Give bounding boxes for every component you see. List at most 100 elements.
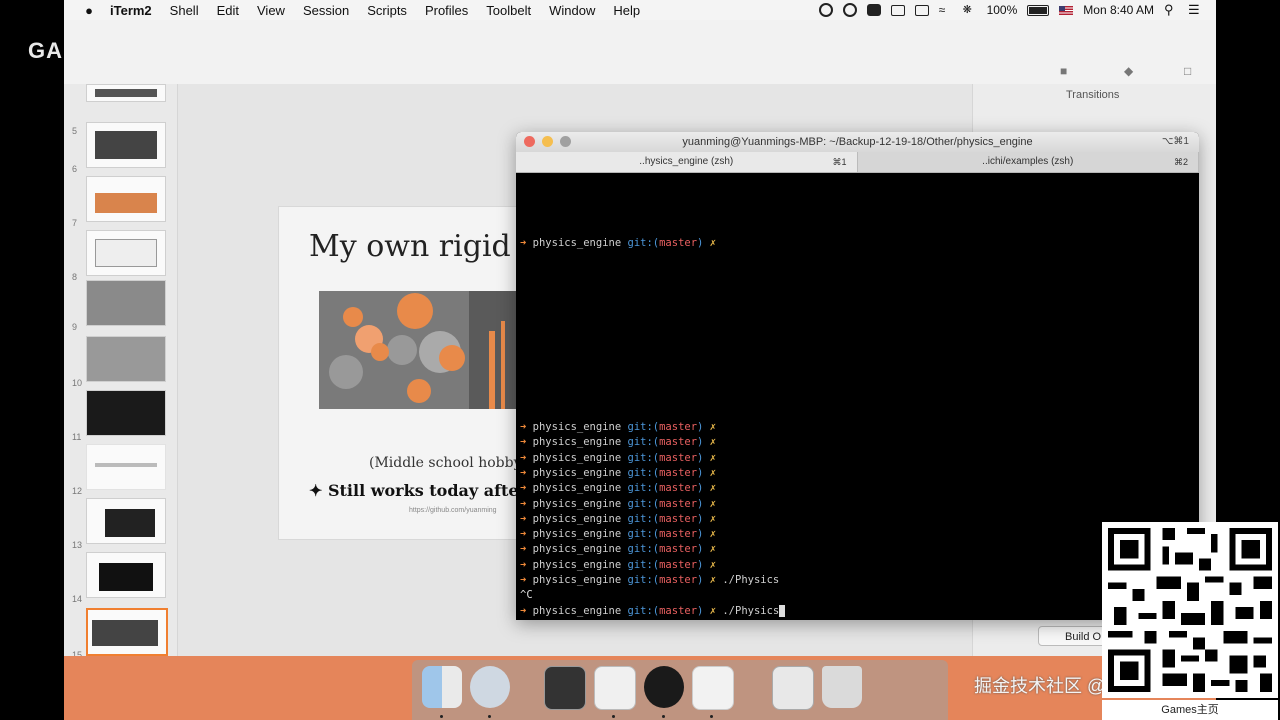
physics-simulation-image — [319, 291, 519, 409]
search-icon[interactable]: ⚲ — [1164, 3, 1178, 16]
menubar-clock[interactable]: Mon 8:40 AM — [1083, 3, 1154, 17]
prompt-line: ➜ physics_engine git:(master) ✗ ./Physic… — [520, 604, 786, 619]
transitions-tab[interactable]: Transitions — [1066, 89, 1119, 101]
prompt-git: ) — [697, 528, 704, 541]
prompt-git: git:( — [627, 574, 660, 586]
menu-app-name[interactable]: iTerm2 — [110, 3, 152, 18]
prompt-dirty-marker: ✗ — [709, 528, 717, 541]
menu-help[interactable]: Help — [613, 3, 640, 18]
record-icon[interactable] — [866, 4, 881, 16]
slide-thumbnail-image — [86, 280, 166, 326]
prompt-git: ) — [697, 543, 704, 556]
menu-session[interactable]: Session — [303, 3, 349, 18]
prompt-dirty-marker: ✗ — [709, 558, 717, 571]
slide-thumbnail[interactable]: 8 — [64, 230, 177, 282]
prompt-line: ➜ physics_engine git:(master) ✗ — [520, 420, 716, 435]
prompt-arrow: ➜ — [520, 436, 527, 449]
folder-icon[interactable] — [772, 666, 814, 710]
prompt-branch: master — [659, 436, 698, 449]
slide-thumbnail-selected[interactable]: 15 — [64, 608, 177, 660]
prompt-branch: master — [659, 558, 698, 571]
document-icon[interactable]: □ — [1184, 64, 1194, 78]
terminal-icon[interactable] — [544, 666, 586, 710]
slide-thumbnail-image — [86, 122, 166, 168]
wifi-icon[interactable]: ≈ — [939, 4, 953, 16]
airplay-icon[interactable] — [914, 4, 929, 16]
slide-thumbnail[interactable]: 6 — [64, 122, 177, 174]
sync-icon[interactable] — [818, 3, 833, 17]
qr-caption: Games主页 — [1102, 700, 1278, 720]
iterm-titlebar[interactable]: yuanming@Yuanmings-MBP: ~/Backup-12-19-1… — [516, 132, 1199, 152]
menu-edit[interactable]: Edit — [217, 3, 239, 18]
slide-thumbnail[interactable]: 10 — [64, 336, 177, 388]
slide-number: 11 — [72, 432, 82, 442]
slide-thumbnail[interactable]: 14 — [64, 552, 177, 604]
slide-number: 14 — [72, 594, 83, 604]
prompt-arrow: ➜ — [520, 451, 527, 464]
finder-icon[interactable] — [422, 666, 462, 708]
tab-physics-engine[interactable]: ..hysics_engine (zsh) ⌘1 — [516, 152, 858, 172]
prompt-directory: physics_engine — [532, 436, 622, 449]
prompt-git: ) — [697, 558, 704, 571]
running-indicator — [710, 715, 713, 718]
menu-window[interactable]: Window — [549, 3, 595, 18]
slide-thumbnail[interactable]: 11 — [64, 390, 177, 442]
tab-bar: ..hysics_engine (zsh) ⌘1 ..ichi/examples… — [516, 152, 1199, 173]
bluetooth-icon[interactable]: ❋ — [963, 4, 977, 16]
format-icon[interactable]: ■ — [1060, 64, 1070, 78]
battery-icon[interactable] — [1027, 4, 1050, 16]
slide-link[interactable]: https://github.com/yuanming — [409, 507, 497, 514]
prompt-dirty-marker: ✗ — [709, 237, 717, 249]
animate-icon[interactable]: ◆ — [1124, 64, 1134, 78]
keynote-icon[interactable] — [594, 666, 636, 710]
running-indicator — [440, 715, 443, 718]
prompt-line: ➜ physics_engine git:(master) ✗ — [520, 435, 716, 450]
tab-examples[interactable]: ..ichi/examples (zsh) ⌘2 — [858, 152, 1199, 172]
prompt-git: ) — [697, 436, 704, 449]
list-icon[interactable]: ☰ — [1188, 3, 1202, 16]
slide-thumbnail-image — [86, 230, 166, 276]
prompt-dirty-marker: ✗ — [709, 482, 717, 495]
trash-icon[interactable] — [822, 666, 862, 708]
menu-scripts[interactable]: Scripts — [367, 3, 407, 18]
safari-icon[interactable] — [470, 666, 510, 708]
acrobat-icon[interactable] — [692, 666, 734, 710]
apple-icon[interactable]: ● — [82, 3, 96, 18]
interrupt-line: ^C — [520, 589, 533, 602]
slide-thumbnail[interactable]: 12 — [64, 444, 177, 496]
prompt-git: git:( — [627, 482, 660, 495]
slide-thumbnail[interactable]: 13 — [64, 498, 177, 550]
channel-logo-text: GA — [28, 38, 63, 63]
prompt-branch: master — [659, 482, 698, 495]
prompt-arrow: ➜ — [520, 558, 527, 571]
display-icon[interactable] — [890, 4, 905, 16]
menu-toolbelt[interactable]: Toolbelt — [486, 3, 531, 18]
prompt-arrow: ➜ — [520, 604, 527, 617]
battery-percent: 100% — [986, 3, 1018, 17]
menu-profiles[interactable]: Profiles — [425, 3, 468, 18]
slide-thumbnail[interactable]: 7 — [64, 176, 177, 228]
menu-view[interactable]: View — [257, 3, 285, 18]
slide-subtitle: (Middle school hobby — [369, 455, 522, 471]
slide-number: 6 — [72, 164, 78, 174]
cloud-icon[interactable] — [842, 3, 857, 17]
prompt-git: ) — [697, 604, 704, 617]
menu-shell[interactable]: Shell — [170, 3, 199, 18]
prompt-git: ) — [697, 421, 704, 433]
slide-number: 7 — [72, 218, 78, 228]
prompt-git: git:( — [627, 512, 660, 525]
prompt-git: ) — [697, 497, 704, 510]
screen: ● iTerm2 Shell Edit View Session Scripts… — [64, 0, 1216, 720]
prompt-dirty-marker: ✗ — [709, 421, 717, 433]
slide-thumbnail-image — [86, 336, 166, 382]
slide-thumbnail[interactable]: 9 — [64, 280, 177, 332]
prompt-arrow: ➜ — [520, 497, 527, 510]
obs-icon[interactable] — [644, 666, 684, 708]
terminal-output[interactable]: ➜ physics_engine git:(master) ✗ ➜ physics… — [518, 176, 1197, 620]
tab-label: ..ichi/examples (zsh) — [982, 156, 1074, 167]
us-flag-icon[interactable] — [1059, 5, 1074, 15]
running-indicator — [662, 715, 665, 718]
command-text: ./Physics — [722, 604, 780, 617]
prompt-dirty-marker: ✗ — [709, 512, 717, 525]
menubar: ● iTerm2 Shell Edit View Session Scripts… — [64, 0, 1216, 21]
